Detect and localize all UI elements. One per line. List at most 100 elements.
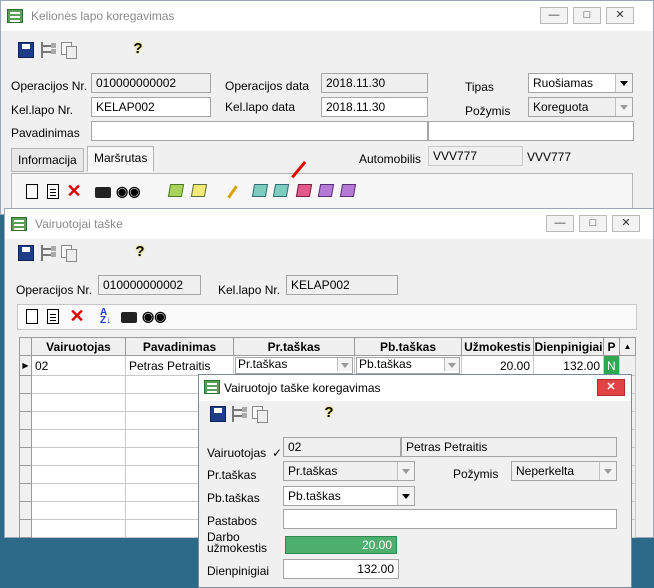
- pavadinimas-extra-field[interactable]: [428, 121, 634, 141]
- tipas-value: Ruošiamas: [533, 76, 594, 90]
- checkmark-icon: ✓: [272, 446, 283, 460]
- automobilis-name: VVV777: [527, 150, 572, 164]
- maximize-icon[interactable]: □: [573, 7, 601, 24]
- col-dienpinigiai[interactable]: Dienpinigiai: [533, 337, 604, 356]
- save-icon[interactable]: [18, 42, 34, 58]
- pb-taskas-combo[interactable]: Pb.taškas: [356, 357, 460, 374]
- point-purple-icon[interactable]: [317, 184, 335, 197]
- chevron-down-icon[interactable]: [337, 358, 352, 371]
- pozymis-value: Neperkelta: [516, 464, 575, 478]
- print-icon[interactable]: [95, 187, 111, 198]
- col-vairuotojas[interactable]: Vairuotojas: [31, 337, 126, 356]
- col-pb-taskas[interactable]: Pb.taškas: [354, 337, 462, 356]
- minimize-icon[interactable]: —: [546, 215, 574, 232]
- dienpinigiai-label: Dienpinigiai: [207, 564, 270, 578]
- close-icon[interactable]: ✕: [597, 379, 625, 396]
- table-header-row: Vairuotojas Pavadinimas Pr.taškas Pb.taš…: [19, 337, 636, 356]
- point-pink-icon[interactable]: [295, 184, 313, 197]
- point-doc-icon[interactable]: [190, 184, 208, 197]
- cell-dienpinigiai[interactable]: 132.00: [533, 355, 604, 376]
- pr-taskas-combo[interactable]: Pr.taškas: [235, 357, 353, 374]
- drivers-titlebar[interactable]: Vairuotojai taške — □ ✕: [5, 209, 653, 239]
- col-pr-taskas[interactable]: Pr.taškas: [233, 337, 355, 356]
- pastabos-field[interactable]: [283, 509, 617, 529]
- tree-icon[interactable]: [41, 245, 57, 261]
- edit-record-icon[interactable]: [47, 309, 59, 324]
- copy-icon[interactable]: [61, 245, 77, 262]
- pr-taskas-value: Pr.taškas: [288, 464, 338, 478]
- col-uzmokestis[interactable]: Užmokestis: [461, 337, 534, 356]
- pb-taskas-value: Pb.taškas: [359, 357, 412, 371]
- binoculars-icon[interactable]: ◉◉: [142, 308, 166, 324]
- point-violet-icon[interactable]: [339, 184, 357, 197]
- kel-lapo-nr-label: Kel.lapo Nr.: [11, 103, 74, 117]
- pavadinimas-field[interactable]: [91, 121, 428, 141]
- cell-pavadinimas[interactable]: Petras Petraitis: [125, 355, 234, 376]
- table-row[interactable]: ▶ 02 Petras Petraitis Pr.taškas Pb.taška…: [19, 355, 636, 376]
- close-icon[interactable]: ✕: [606, 7, 634, 24]
- copy-icon[interactable]: [61, 42, 77, 59]
- help-icon[interactable]: ?: [321, 405, 337, 421]
- tab-marsrutas[interactable]: Maršrutas: [87, 146, 155, 172]
- delete-icon[interactable]: ✕: [66, 182, 82, 200]
- scrollbar-track[interactable]: [619, 355, 636, 376]
- cell-p[interactable]: N: [603, 355, 620, 376]
- vairuotojas-code-field[interactable]: 02: [283, 437, 401, 457]
- pozymis-select: Koreguota: [528, 97, 633, 117]
- darbo-uzmokestis-field[interactable]: 20.00: [285, 536, 397, 554]
- drivers-in-point-icon[interactable]: [272, 184, 290, 197]
- pozymis-select: Neperkelta: [511, 461, 617, 481]
- chevron-down-icon[interactable]: [615, 74, 632, 92]
- cell-pr-taskas[interactable]: Pr.taškas: [233, 355, 355, 376]
- binoculars-icon[interactable]: ◉◉: [116, 183, 140, 199]
- scroll-up-icon[interactable]: ▲: [619, 337, 636, 356]
- pb-taskas-label: Pb.taškas: [207, 491, 260, 505]
- tipas-label: Tipas: [465, 80, 494, 94]
- new-record-icon[interactable]: [26, 309, 38, 324]
- copy-icon[interactable]: [252, 406, 268, 423]
- app-icon: [204, 380, 220, 394]
- chevron-down-icon[interactable]: [397, 487, 414, 505]
- darbo-label-2: užmokestis: [207, 541, 268, 555]
- kel-lapo-nr-field[interactable]: KELAP002: [91, 97, 211, 117]
- pr-taskas-value: Pr.taškas: [238, 357, 288, 371]
- edit-record-icon[interactable]: [47, 184, 59, 199]
- main-titlebar[interactable]: Kelionės lapo koregavimas — □ ✕: [1, 1, 653, 31]
- new-record-icon[interactable]: [26, 184, 38, 199]
- chevron-down-icon: [397, 462, 414, 480]
- cell-vairuotojas[interactable]: 02: [31, 355, 126, 376]
- pb-taskas-select[interactable]: Pb.taškas: [283, 486, 415, 506]
- close-icon[interactable]: ✕: [612, 215, 640, 232]
- chevron-down-icon: [615, 98, 632, 116]
- tab-informacija[interactable]: Informacija: [11, 148, 84, 172]
- dienpinigiai-field[interactable]: 132.00: [283, 559, 399, 579]
- cell-uzmokestis[interactable]: 20.00: [461, 355, 534, 376]
- point-teal-icon[interactable]: [251, 184, 269, 197]
- tree-icon[interactable]: [41, 42, 57, 58]
- tree-icon[interactable]: [232, 406, 248, 422]
- help-icon[interactable]: ?: [132, 244, 148, 260]
- col-p[interactable]: P: [603, 337, 620, 356]
- chevron-down-icon: [599, 462, 616, 480]
- edit-dialog-titlebar[interactable]: Vairuotojo taške koregavimas ✕: [199, 375, 631, 401]
- maximize-icon[interactable]: □: [579, 215, 607, 232]
- sort-az-icon[interactable]: A Z↓: [100, 308, 116, 326]
- pb-taskas-value: Pb.taškas: [288, 489, 341, 503]
- tipas-select[interactable]: Ruošiamas: [528, 73, 633, 93]
- print-icon[interactable]: [121, 312, 137, 323]
- save-icon[interactable]: [210, 406, 226, 422]
- cell-pb-taskas[interactable]: Pb.taškas: [354, 355, 462, 376]
- delete-icon[interactable]: ✕: [69, 307, 85, 325]
- kel-lapo-data-field[interactable]: 2018.11.30: [321, 97, 428, 117]
- pastabos-label: Pastabos: [207, 514, 258, 528]
- kel-lapo-nr-field: KELAP002: [286, 275, 398, 295]
- chevron-down-icon[interactable]: [444, 358, 459, 371]
- minimize-icon[interactable]: —: [540, 7, 568, 24]
- operacijos-nr-field: 010000000002: [98, 275, 201, 295]
- add-point-icon[interactable]: [167, 184, 185, 197]
- help-icon[interactable]: ?: [130, 41, 146, 57]
- app-icon: [7, 9, 23, 23]
- save-icon[interactable]: [18, 245, 34, 261]
- col-pavadinimas[interactable]: Pavadinimas: [125, 337, 234, 356]
- pr-taskas-label: Pr.taškas: [207, 468, 257, 482]
